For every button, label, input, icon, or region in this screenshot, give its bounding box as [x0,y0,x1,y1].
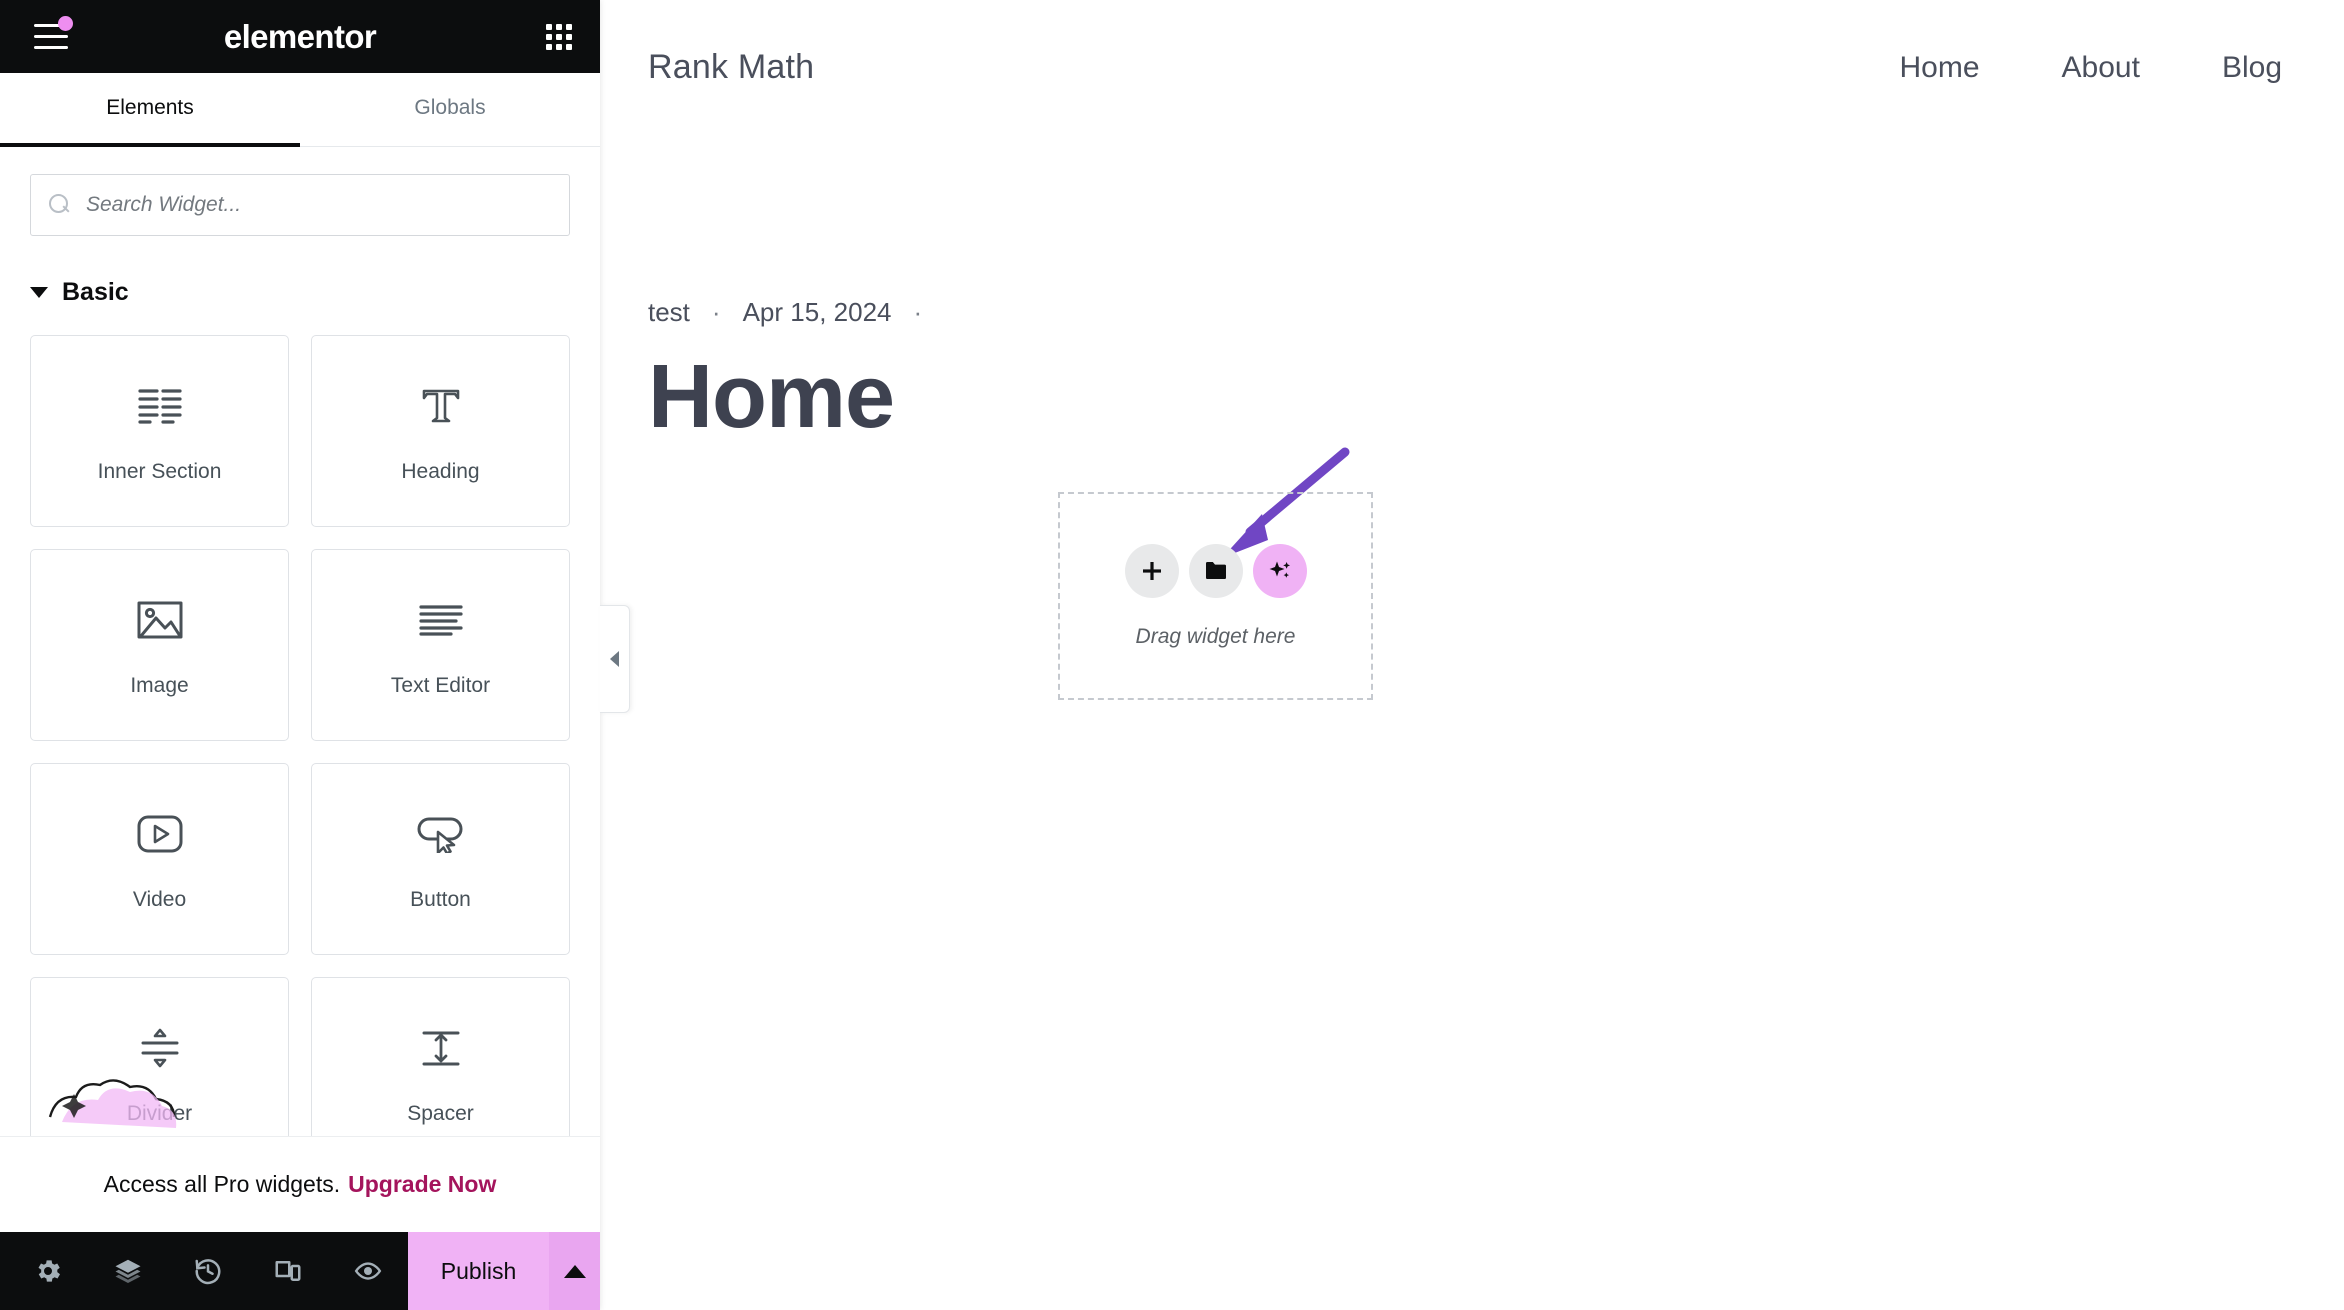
widget-label: Button [410,888,471,911]
search-row [0,147,600,236]
nav-link-blog[interactable]: Blog [2222,51,2282,85]
hamburger-menu-button[interactable] [28,14,74,60]
search-input[interactable] [86,193,551,217]
panel-header: elementor [0,0,600,73]
nav-link-about[interactable]: About [2062,51,2140,85]
inner-section-icon [132,378,188,434]
drop-zone[interactable]: Drag widget here [1058,492,1373,700]
image-icon [132,592,188,648]
drop-zone-label: Drag widget here [1135,624,1296,648]
footer-icon-group [0,1232,408,1310]
post-date: Apr 15, 2024 [742,297,892,327]
drop-zone-actions [1124,543,1307,598]
spacer-icon [413,1020,469,1076]
panel-body: Basic Inner Section [0,147,600,1232]
apps-grid-icon[interactable] [546,23,572,50]
widget-label: Heading [401,460,480,483]
history-revisions-icon[interactable] [168,1232,248,1310]
chevron-down-icon [30,287,48,298]
panel-footer: Publish [0,1232,600,1310]
layers-navigator-icon[interactable] [88,1232,168,1310]
settings-gear-icon[interactable] [8,1232,88,1310]
page-canvas: Rank Math Home About Blog test · Apr 15,… [600,0,2344,1310]
pro-promo-bar: Access all Pro widgets. Upgrade Now [0,1136,600,1232]
meta-separator-2: · [913,297,923,327]
widget-label: Divider [126,1102,193,1125]
preview-eye-icon[interactable] [328,1232,408,1310]
brand-title: elementor [223,17,377,55]
widget-label: Video [132,888,187,911]
responsive-mode-icon[interactable] [248,1232,328,1310]
sparkle-ai-icon [1269,561,1290,578]
heading-t-icon [413,378,469,434]
nav-link-home[interactable]: Home [1900,51,1980,85]
add-template-button[interactable] [1188,543,1243,598]
button-cursor-icon [413,806,469,862]
plus-icon [1142,561,1161,580]
chevron-up-icon [563,1264,586,1278]
site-logo: Rank Math [648,48,815,86]
widget-label: Text Editor [390,674,491,697]
panel-collapse-handle[interactable] [600,605,630,713]
widget-inner-section[interactable]: Inner Section [30,335,289,527]
video-play-icon [132,806,188,862]
widget-video[interactable]: Video [30,763,289,955]
add-element-button[interactable] [1124,543,1179,598]
ai-generate-button[interactable] [1252,543,1307,598]
upgrade-now-link[interactable]: Upgrade Now [348,1171,496,1198]
site-nav: Home About Blog [1900,51,2282,85]
notification-dot [58,15,73,31]
publish-button[interactable]: Publish [408,1232,550,1310]
panel-tabs: Elements Globals [0,73,600,147]
widget-label: Spacer [407,1102,474,1125]
meta-separator: · [711,297,721,327]
widget-text-editor[interactable]: Text Editor [311,549,570,741]
site-header: Rank Math Home About Blog [600,0,2344,87]
widget-label: Inner Section [97,460,222,483]
tab-elements[interactable]: Elements [0,73,300,147]
widget-image[interactable]: Image [30,549,289,741]
category-basic-toggle[interactable]: Basic [0,236,600,307]
widget-label: Image [130,674,189,697]
text-editor-icon [413,592,469,648]
tab-globals[interactable]: Globals [300,73,600,147]
editor-panel: elementor Elements Globals Basic [0,0,600,1310]
search-icon [49,194,71,216]
post-meta: test · Apr 15, 2024 · [600,297,2344,328]
divider-icon [132,1020,188,1076]
chevron-left-icon [610,651,619,667]
folder-icon [1205,561,1226,579]
elementor-editor: elementor Elements Globals Basic [0,0,2344,1310]
search-widget-box[interactable] [30,174,570,236]
page-title: Home [648,347,895,447]
widget-button[interactable]: Button [311,763,570,955]
widget-grid: Inner Section Heading Image Text Editor … [0,307,600,1169]
publish-options-button[interactable] [549,1232,600,1310]
category-label: Basic [62,278,129,306]
promo-text: Access all Pro widgets. [103,1171,341,1197]
post-author: test [648,297,690,327]
widget-heading[interactable]: Heading [311,335,570,527]
